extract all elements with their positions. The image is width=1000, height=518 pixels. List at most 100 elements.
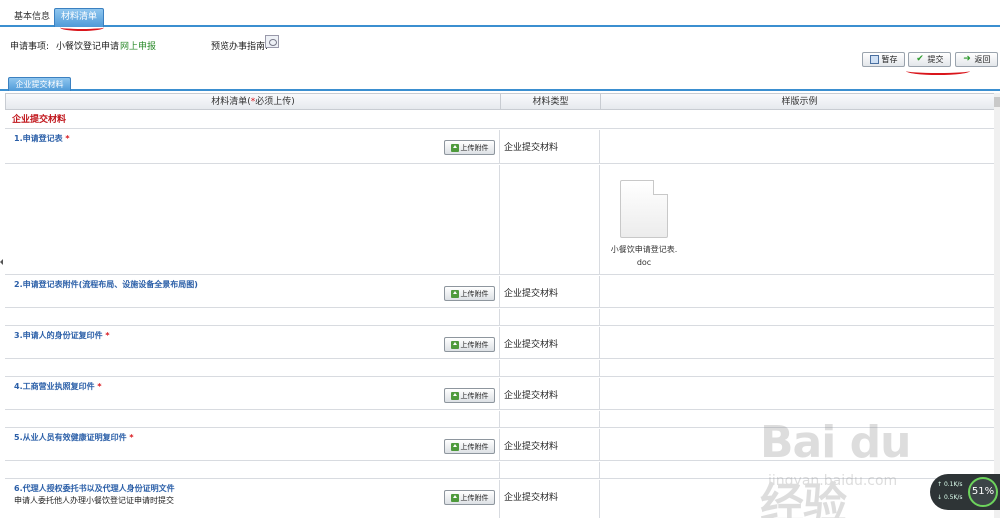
disk-icon [869,55,879,64]
table-row-spacer [5,309,997,326]
item-title: 5.从业人员有效健康证明复印件 * [14,432,134,443]
tab-basic-info[interactable]: 基本信息 [8,9,56,27]
cell-type: 企业提交材料 [500,429,600,460]
upload-icon [450,340,459,349]
header-list-prefix: 材料清单( [211,97,251,107]
upload-label: 上传附件 [460,493,489,502]
spacer-cell [500,360,600,376]
item-title-text: 1.申请登记表 [14,134,63,143]
item-title-text: 3.申请人的身份证复印件 [14,331,103,340]
table-row: 1.申请登记表 * 上传附件 企业提交材料 [5,130,997,164]
cell-type: 企业提交材料 [500,327,600,358]
upload-icon [450,391,459,400]
return-arrow-icon: ➜ [963,54,971,64]
vertical-scrollbar[interactable] [994,93,1000,518]
cell-sample [600,130,997,163]
submit-label: 提交 [927,55,944,64]
sample-file-name-line2: doc [636,258,652,267]
header-material-type: 材料类型 [501,94,601,110]
apply-mode: 网上申报 [120,42,157,52]
upload-icon [450,143,459,152]
item-type: 企业提交材料 [504,442,559,452]
back-button[interactable]: ➜ 返回 [955,52,998,67]
upload-button[interactable]: 上传附件 [444,490,495,505]
cell-material: 2.申请登记表附件(流程布局、设施设备全景布局图) 上传附件 [5,276,500,307]
watermark-url: jingyan.baidu.com [768,473,898,489]
cell-type: 企业提交材料 [500,130,600,163]
save-draft-button[interactable]: 暂存 [862,52,905,67]
item-title-text: 4.工商营业执照复印件 [14,382,95,391]
upload-label: 上传附件 [460,340,489,349]
upload-button[interactable]: 上传附件 [444,286,495,301]
header-material-list: 材料清单(*必须上传) [6,94,501,110]
preview-guide-icon[interactable] [265,35,279,48]
scrollbar-thumb[interactable] [994,97,1000,107]
spacer-cell [5,411,500,427]
item-title-text: 6.代理人授权委托书以及代理人身份证明文件 [14,484,175,493]
watermark: Bai du 经验 jingyan.baidu.com [760,405,955,518]
item-title-text: 5.从业人员有效健康证明复印件 [14,433,127,442]
sample-file-name[interactable]: 小餐饮申请登记表. doc [600,243,688,269]
cell-material: 1.申请登记表 * 上传附件 [5,130,500,163]
network-speed-widget[interactable]: ↑ 0.1K/s ↓ 0.5K/s 51% [930,474,1000,510]
item-type: 企业提交材料 [504,493,559,503]
sample-file-name-line1: 小餐饮申请登记表. [610,245,678,254]
upload-button[interactable]: 上传附件 [444,388,495,403]
cell-material: 6.代理人授权委托书以及代理人身份证明文件 申请人委托他人办理小餐饮登记证申请时… [5,480,500,518]
spacer-cell [5,462,500,478]
cell-sample [600,327,997,358]
submit-button[interactable]: ✔ 提交 [908,52,951,67]
header-list-suffix: 必须上传) [255,97,295,107]
matter-value: 小餐饮登记申请 [56,42,120,52]
cell-material: 4.工商营业执照复印件 * 上传附件 [5,378,500,409]
item-note: 申请人委托他人办理小餐饮登记证申请时提交 [14,496,174,505]
item-type: 企业提交材料 [504,391,559,401]
upload-button[interactable]: 上传附件 [444,439,495,454]
usage-percent: 51% [968,477,998,507]
sub-tab-bar: 企业提交材料 [0,77,1000,91]
upload-label: 上传附件 [460,289,489,298]
required-star: * [65,134,70,143]
spacer-cell [500,309,600,325]
header-sample: 样版示例 [781,97,818,107]
cell-type: 企业提交材料 [500,276,600,307]
spacer-cell [500,165,600,274]
spacer-cell [5,360,500,376]
collapse-arrow-icon[interactable] [0,259,3,265]
spacer-cell [5,309,500,325]
item-title-text: 2.申请登记表附件(流程布局、设施设备全景布局图) [14,280,198,289]
matter-label: 申请事项: [10,42,50,52]
item-title: 1.申请登记表 * [14,133,70,144]
upload-label: 上传附件 [460,391,489,400]
spacer-cell [5,165,500,274]
table-row: 2.申请登记表附件(流程布局、设施设备全景布局图) 上传附件 企业提交材料 [5,276,997,308]
annotation-underline-tab [60,24,104,31]
page: 基本信息 材料清单 申请事项: 小餐饮登记申请 网上申报 预览办事指南: 暂存 … [0,0,1000,518]
save-draft-label: 暂存 [881,55,898,64]
upload-button[interactable]: 上传附件 [444,140,495,155]
cell-material: 5.从业人员有效健康证明复印件 * 上传附件 [5,429,500,460]
top-tab-bar: 基本信息 材料清单 [0,0,1000,27]
upload-icon [450,289,459,298]
annotation-underline-submit [906,67,970,75]
table-row-spacer [5,165,997,275]
item-type: 企业提交材料 [504,340,559,350]
download-speed-value: 0.5K/s [943,494,963,501]
upload-button[interactable]: 上传附件 [444,337,495,352]
table-row-spacer [5,360,997,377]
watermark-brand: Bai du 经验 [760,417,911,518]
item-type: 企业提交材料 [504,143,559,153]
download-speed: ↓ 0.5K/s [937,494,963,501]
cell-material: 3.申请人的身份证复印件 * 上传附件 [5,327,500,358]
upload-icon [450,442,459,451]
required-star: * [129,433,134,442]
upload-icon [450,493,459,502]
upload-speed-value: 0.1K/s [943,481,963,488]
item-title: 3.申请人的身份证复印件 * [14,330,110,341]
upload-speed: ↑ 0.1K/s [937,481,963,488]
required-star: * [105,331,110,340]
document-file-icon[interactable] [620,180,668,238]
item-title: 4.工商营业执照复印件 * [14,381,102,392]
cell-type: 企业提交材料 [500,480,600,518]
tab-enterprise-materials[interactable]: 企业提交材料 [8,77,71,91]
